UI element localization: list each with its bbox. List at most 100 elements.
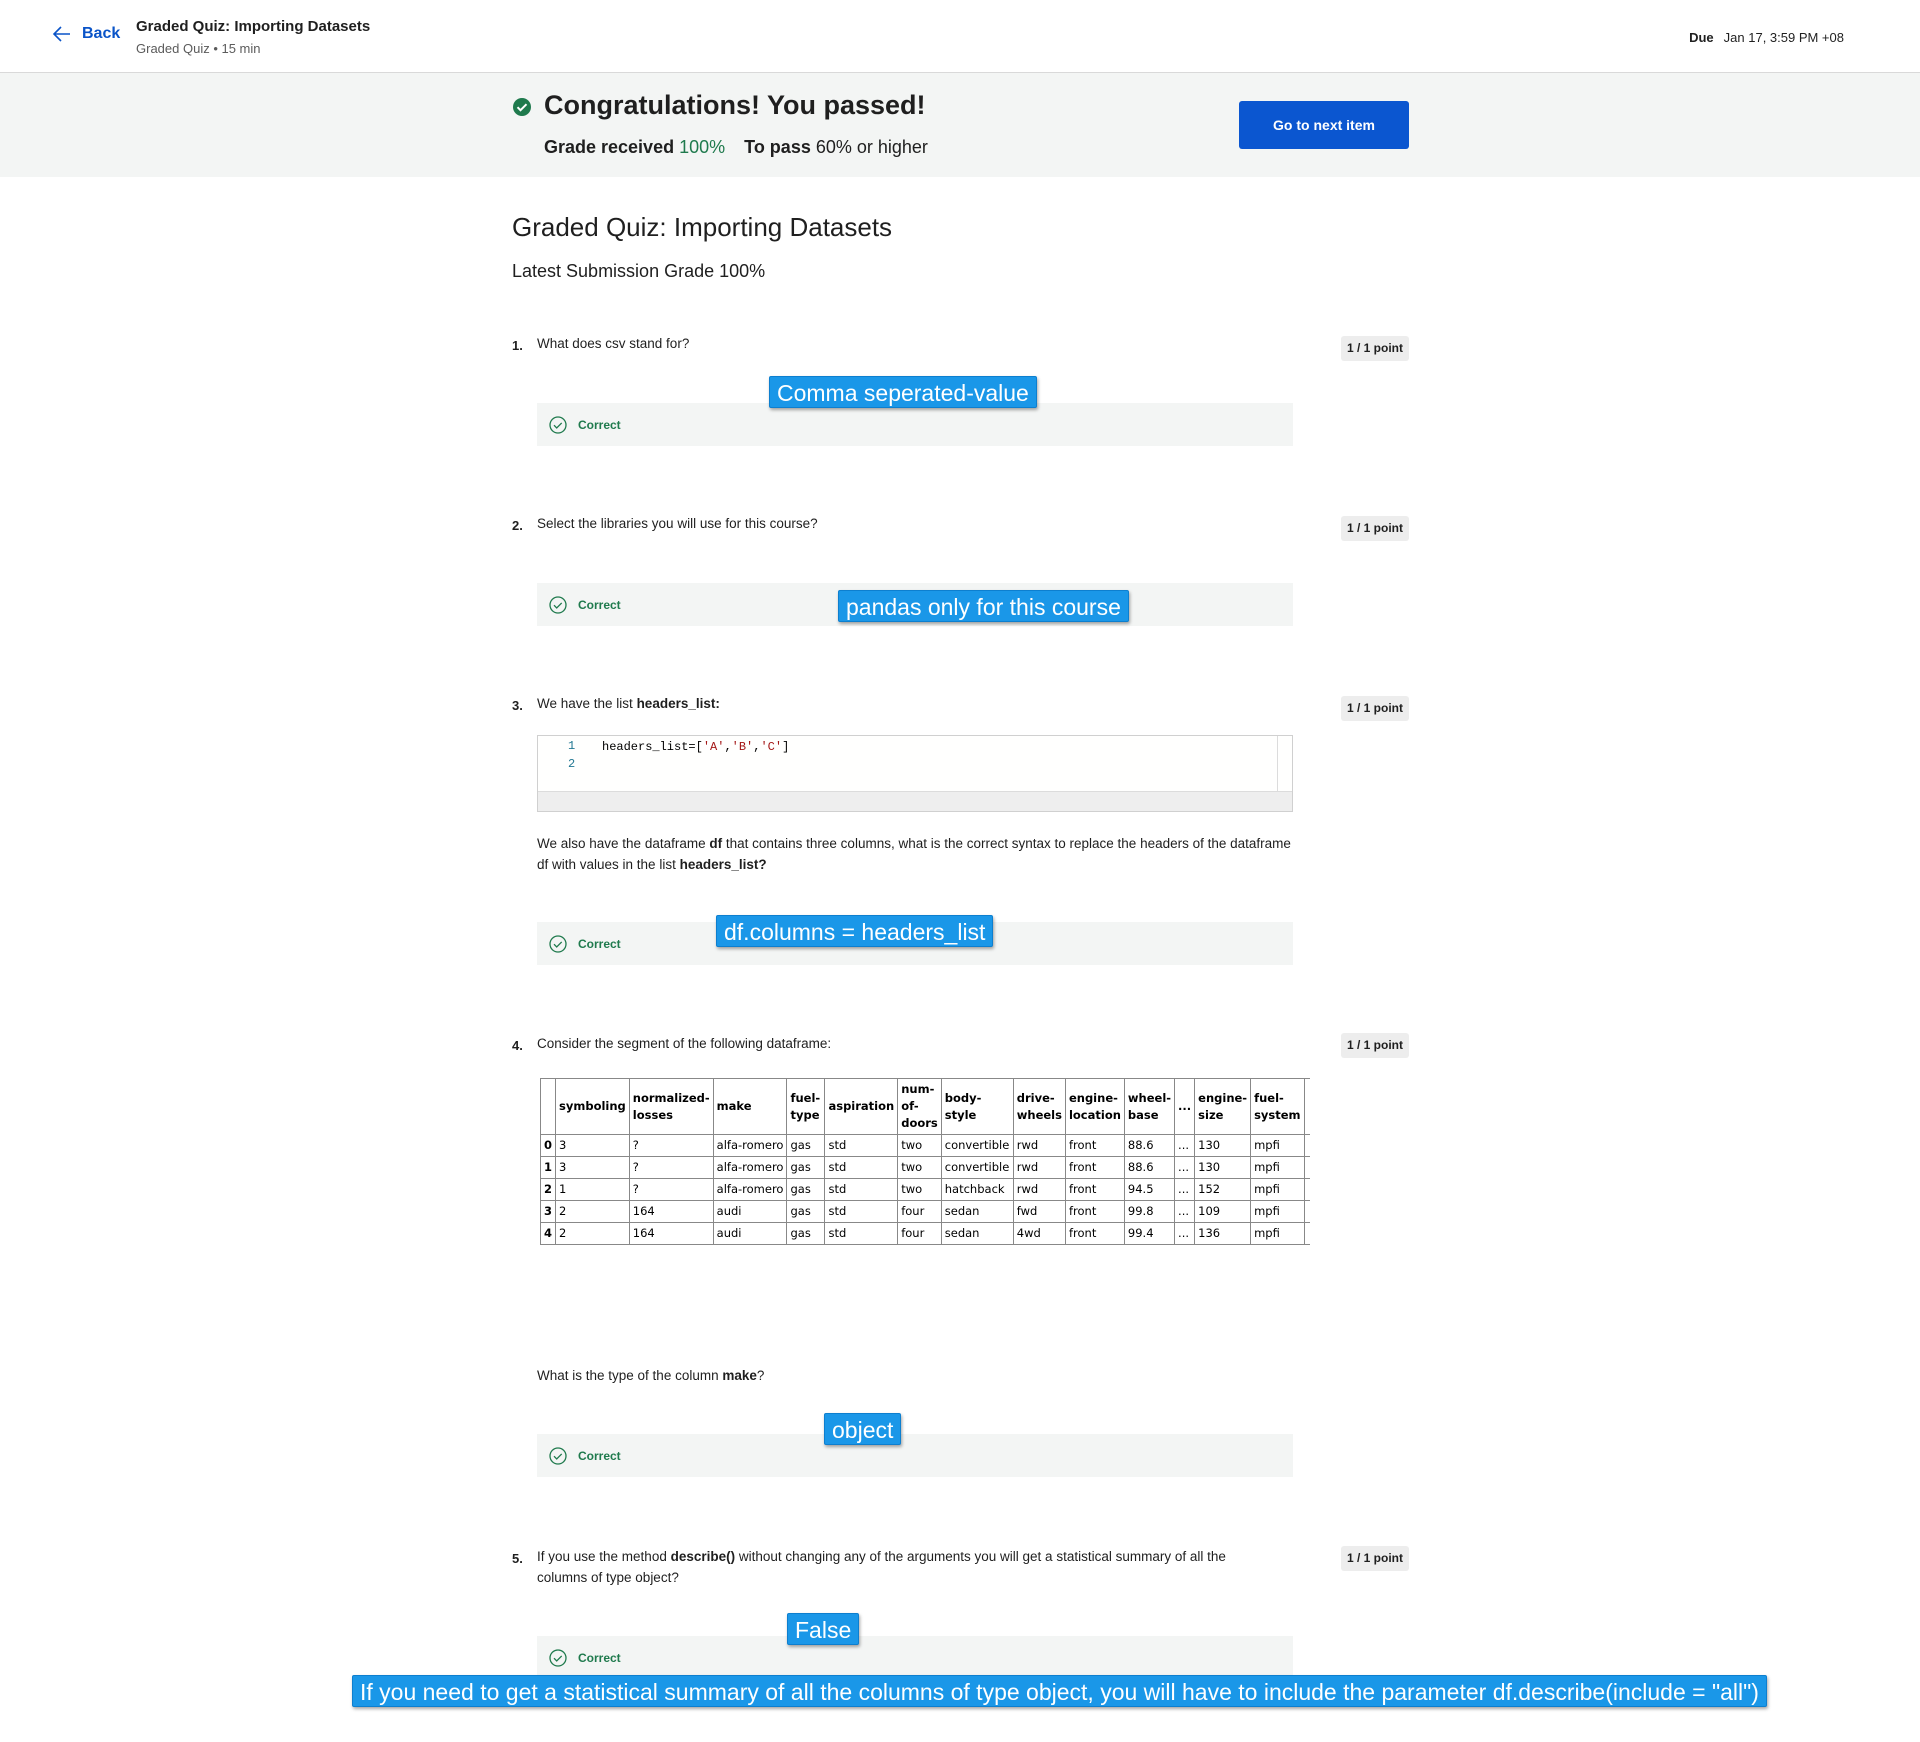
column-header: fuel-type bbox=[786, 1078, 826, 1135]
code-token: , bbox=[724, 740, 732, 754]
question-text: Consider the segment of the following da… bbox=[537, 1036, 832, 1051]
column-header: normalized-losses bbox=[628, 1078, 714, 1135]
row-index: 3 bbox=[539, 1200, 557, 1223]
table-cell: rwd bbox=[1012, 1156, 1066, 1179]
table-row: 1 3? alfa-romero gas std two convertible rwd fro… bbox=[539, 1156, 1311, 1179]
correct-label: Correct bbox=[578, 418, 621, 432]
table-cell: std bbox=[824, 1178, 899, 1201]
correct-label: Correct bbox=[578, 937, 621, 951]
question-text: What does csv stand for? bbox=[537, 336, 690, 351]
code-token: ] bbox=[782, 740, 790, 754]
column-header: num-of-doors bbox=[897, 1078, 942, 1135]
due-label: Due bbox=[1689, 30, 1714, 45]
column-header: engine-size bbox=[1194, 1078, 1252, 1135]
table-cell: two bbox=[897, 1134, 942, 1157]
table-cell: 99.8 bbox=[1123, 1200, 1176, 1223]
check-circle-outline-icon bbox=[549, 1649, 567, 1667]
clipped-column bbox=[1303, 1156, 1311, 1179]
clipped-column bbox=[1303, 1078, 1311, 1135]
check-circle-outline-icon bbox=[549, 596, 567, 614]
table-cell: mpfi bbox=[1250, 1222, 1305, 1245]
top-bar: Back Graded Quiz: Importing Datasets Gra… bbox=[0, 0, 1920, 73]
editor-footer bbox=[538, 791, 1292, 811]
table-cell: 99.4 bbox=[1123, 1222, 1176, 1245]
table-cell: front bbox=[1064, 1134, 1125, 1157]
table-cell: gas bbox=[786, 1178, 826, 1201]
table-row: 0 3? alfa-romero gas std two convertible rwd fro… bbox=[539, 1134, 1311, 1157]
next-item-button[interactable]: Go to next item bbox=[1239, 101, 1409, 149]
table-cell: 164 bbox=[628, 1200, 714, 1223]
question-description: We also have the dataframe df that conta… bbox=[537, 833, 1297, 875]
pass-title: Congratulations! You passed! bbox=[544, 90, 926, 120]
table-cell: 2 bbox=[555, 1200, 630, 1223]
table-cell: front bbox=[1064, 1178, 1125, 1201]
grade-value: 100% bbox=[679, 137, 726, 157]
table-cell: sedan bbox=[940, 1222, 1014, 1245]
table-cell: two bbox=[897, 1156, 942, 1179]
table-cell: ... bbox=[1174, 1200, 1196, 1223]
answer-annotation: df.columns = headers_list bbox=[716, 915, 994, 947]
back-link[interactable]: Back bbox=[52, 24, 120, 44]
table-cell: four bbox=[897, 1200, 942, 1223]
row-index: 0 bbox=[539, 1134, 557, 1157]
back-label: Back bbox=[82, 25, 121, 42]
code-line: headers_list=['A','B','C'] bbox=[602, 738, 789, 756]
answer-annotation: object bbox=[824, 1413, 902, 1445]
question-text-pre: If you use the method bbox=[537, 1549, 671, 1564]
column-header: wheel-base bbox=[1123, 1078, 1176, 1135]
correct-label: Correct bbox=[578, 598, 621, 612]
table-cell: 109 bbox=[1194, 1200, 1252, 1223]
desc-bold: headers_list? bbox=[679, 857, 767, 872]
table-cell: gas bbox=[786, 1200, 826, 1223]
table-cell: audi bbox=[712, 1222, 788, 1245]
correct-feedback: Correct bbox=[537, 403, 1293, 446]
table-cell: 130 bbox=[1194, 1134, 1252, 1157]
followup-text: What is the type of the column bbox=[537, 1368, 723, 1383]
check-circle-outline-icon bbox=[549, 1447, 567, 1465]
table-cell: 88.6 bbox=[1123, 1134, 1176, 1157]
points-badge: 1 / 1 point bbox=[1341, 1033, 1409, 1058]
table-cell: ... bbox=[1174, 1134, 1196, 1157]
points-badge: 1 / 1 point bbox=[1341, 336, 1409, 361]
table-cell: gas bbox=[786, 1156, 826, 1179]
table-cell: convertible bbox=[940, 1156, 1014, 1179]
code-string: 'C' bbox=[760, 740, 783, 754]
question-text: Select the libraries you will use for th… bbox=[537, 516, 818, 531]
table-cell: rwd bbox=[1012, 1178, 1066, 1201]
due-value: Jan 17, 3:59 PM +08 bbox=[1723, 30, 1844, 45]
clipped-column bbox=[1303, 1134, 1311, 1157]
dataframe-table: symboling normalized-losses make fuel-ty… bbox=[539, 1078, 1311, 1245]
question-followup: What is the type of the column make? bbox=[537, 1365, 764, 1386]
column-header: fuel-system bbox=[1250, 1078, 1305, 1135]
table-cell: front bbox=[1064, 1200, 1125, 1223]
line-number: 2 bbox=[568, 757, 576, 771]
correct-label: Correct bbox=[578, 1449, 621, 1463]
table-row: 2 1? alfa-romero gas std two hatchback rwd front… bbox=[539, 1178, 1311, 1201]
result-banner: Congratulations! You passed! Grade recei… bbox=[0, 73, 1920, 177]
item-subtitle: Graded Quiz • 15 min bbox=[136, 41, 261, 56]
quiz-title: Graded Quiz: Importing Datasets bbox=[512, 212, 893, 242]
table-header-row: symboling normalized-losses make fuel-ty… bbox=[539, 1078, 1311, 1135]
question-text: We have the list headers_list: bbox=[537, 693, 720, 714]
column-header: aspiration bbox=[824, 1078, 899, 1135]
editor-scrollbar[interactable] bbox=[1277, 736, 1278, 792]
table-cell: sedan bbox=[940, 1200, 1014, 1223]
check-circle-outline-icon bbox=[549, 935, 567, 953]
table-cell: mpfi bbox=[1250, 1200, 1305, 1223]
table-cell: 88.6 bbox=[1123, 1156, 1176, 1179]
table-cell: front bbox=[1064, 1222, 1125, 1245]
table-cell: ... bbox=[1174, 1178, 1196, 1201]
table-cell: ? bbox=[628, 1156, 714, 1179]
answer-annotation: pandas only for this course bbox=[838, 590, 1129, 622]
answer-annotation: Comma seperated-value bbox=[769, 376, 1037, 408]
code-token: headers_list=[ bbox=[602, 740, 703, 754]
table-cell: four bbox=[897, 1222, 942, 1245]
table-cell: hatchback bbox=[940, 1178, 1014, 1201]
table-cell: 3 bbox=[555, 1134, 630, 1157]
code-editor[interactable]: 1 2 headers_list=['A','B','C'] bbox=[537, 735, 1293, 812]
table-cell: mpfi bbox=[1250, 1178, 1305, 1201]
table-cell: convertible bbox=[940, 1134, 1014, 1157]
check-circle-filled-icon bbox=[513, 98, 531, 116]
table-cell: std bbox=[824, 1222, 899, 1245]
table-cell: 152 bbox=[1194, 1178, 1252, 1201]
